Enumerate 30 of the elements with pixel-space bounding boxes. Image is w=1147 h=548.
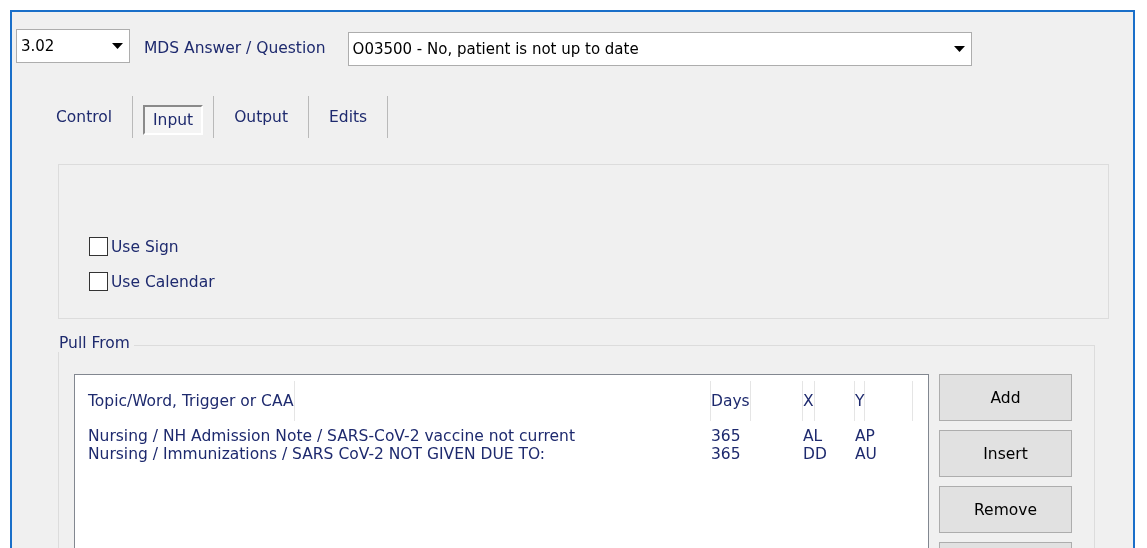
dropdown-caret-icon: [953, 46, 965, 52]
action-button[interactable]: Insert: [939, 430, 1072, 477]
tab[interactable]: Output: [224, 104, 298, 130]
tab[interactable]: Input: [143, 105, 204, 135]
tab[interactable]: Edits: [319, 104, 378, 130]
column-header[interactable]: Y: [855, 381, 866, 421]
table-cell-text: DD: [803, 444, 827, 465]
column-header[interactable]: Topic/Word, Trigger or CAA: [88, 381, 295, 421]
pull-from-list[interactable]: Topic/Word, Trigger or CAA Days X Y Nursing / NH Admission Note / SARS-CoV-2 vaccine not current 365 AL AP Nursing / Immunizations / SARS CoV-2 NOT GIVEN DUE TO: 365 DD AU: [74, 374, 929, 548]
version-dropdown[interactable]: 3.02: [16, 29, 130, 63]
tab[interactable]: Control: [46, 104, 123, 130]
checkbox-label: Use Sign: [111, 237, 179, 256]
action-button[interactable]: Remove: [939, 486, 1072, 533]
table-cell-text: 365: [711, 444, 741, 465]
checkbox-label: Use Calendar: [111, 272, 215, 291]
table-cell-text: AL: [803, 426, 823, 447]
question-label: MDS Answer / Question: [144, 39, 326, 57]
dropdown-caret-icon: [112, 43, 123, 49]
column-header[interactable]: X: [803, 381, 815, 421]
column-header[interactable]: Days: [711, 381, 751, 421]
action-button[interactable]: Add: [939, 374, 1072, 421]
table-cell-text: Nursing / NH Admission Note / SARS-CoV-2 vaccine not current: [88, 426, 575, 447]
table-cell-text: AU: [855, 444, 877, 465]
group-title: Pull From: [57, 334, 134, 352]
table-cell-text: 365: [711, 426, 741, 447]
checkbox[interactable]: [89, 237, 108, 256]
question-dropdown[interactable]: O03500 - No, patient is not up to date: [347, 32, 972, 66]
checkbox[interactable]: [89, 272, 108, 291]
table-cell-text: Nursing / Immunizations / SARS CoV-2 NOT GIVEN DUE TO:: [88, 444, 546, 465]
table-cell-text: AP: [855, 426, 875, 447]
